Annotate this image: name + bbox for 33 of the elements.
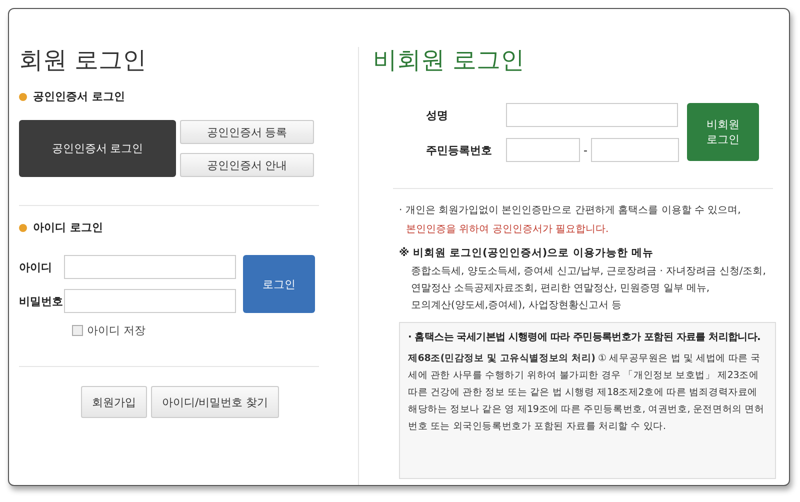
guest-login-button[interactable]: 비회원 로그인 [687,103,759,161]
input-field[interactable] [506,103,678,127]
page-title: 비회원 로그인 [373,45,526,75]
notice-text: 본인인증을 위하여 공인인증서가 필요합니다. [405,223,610,236]
legal-text: 제68조(민감정보 및 고유식별정보의 처리) ① 세무공무원은 법 및 세법에 따른 국세에 관한 사무를 수행하기 위하여 불가피한 경우 「개인정보 보호법」 제23조에 따른 건강에 관한 정보 또는 같은 법 시행령 제18조제2호에 따른 범죄경력자료에 해당하는 정보나 같은 영 제19조에 따른 주민등록번호, 여권번호, 운전면허의 면허번호 또는 외국인등록번호가 포함된 자료를 처리할 수 있다. [408,352,766,434]
legal-heading: · 홈택스는 국세기본법 시행령에 따라 주민등록번호가 포함된 자료를 처리합니다. [408,331,762,344]
notice-text: · 개인은 회원가입없이 본인인증만으로 간편하게 홈택스를 이용할 수 있으며, [399,204,742,217]
bullet-icon [19,92,27,100]
input-field[interactable] [506,138,580,162]
menu-text: 연말정산 소득공제자료조회, 편리한 연말정산, 민원증명 일부 메뉴, [411,282,711,295]
link-button[interactable]: 아이디/비밀번호 찾기 [151,386,280,418]
input-field[interactable] [591,138,679,162]
field-label: 성명 [426,108,449,122]
section-heading: 공인인증서 로그인 [33,89,125,104]
field-label: 주민등록번호 [426,142,493,158]
section-heading: 아이디 로그인 [33,220,103,235]
cert-button[interactable]: 공인인증서 등록 [180,120,314,144]
menu-text: 모의계산(양도세,증여세), 사업장현황신고서 등 [411,299,623,312]
page-title: 회원 로그인 [19,45,148,75]
bullet-icon [19,224,27,232]
field-label: 비밀번호 [19,294,64,308]
checkbox[interactable] [72,325,83,336]
input-field[interactable] [64,255,236,279]
cert-button[interactable]: 공인인증서 안내 [180,153,314,177]
cert-login-button[interactable]: 공인인증서 로그인 [19,120,176,177]
field-label: 아이디 [19,260,53,274]
menu-heading: ※ 비회원 로그인(공인인증서)으로 이용가능한 메뉴 [399,246,654,260]
checkbox-label: 아이디 저장 [87,323,146,338]
separator: - [582,144,588,156]
input-field[interactable] [64,289,236,313]
link-button[interactable]: 회원가입 [81,386,147,418]
login-button[interactable]: 로그인 [243,255,315,313]
menu-text: 종합소득세, 양도소득세, 증여세 신고/납부, 근로장려금 · 자녀장려금 신청/조회, [411,265,767,278]
